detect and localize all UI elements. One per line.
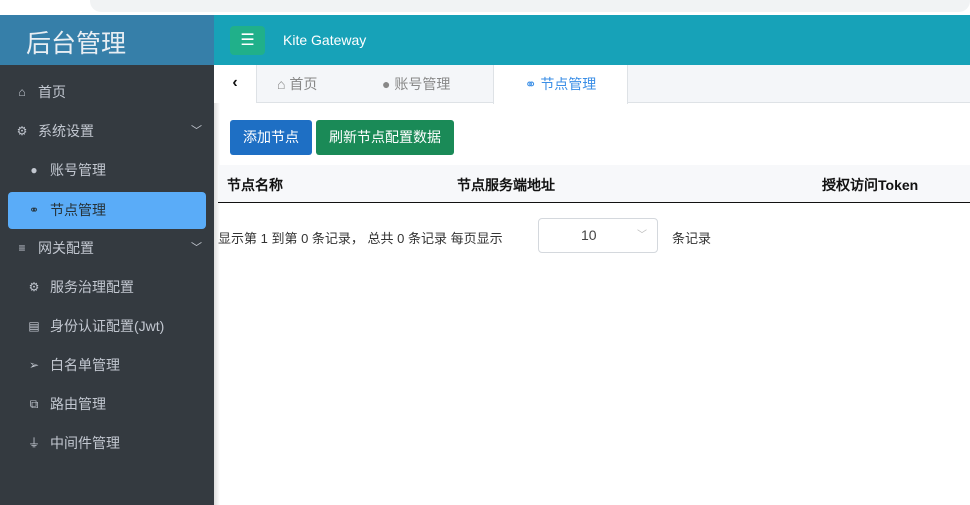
home-icon: ⌂ bbox=[18, 85, 26, 99]
sidebar-item-gateway-config[interactable]: ≡ 网关配置 ﹀ bbox=[8, 230, 206, 267]
home-icon: ⌂ bbox=[277, 76, 290, 92]
tab-home[interactable]: ⌂ 首页 bbox=[277, 65, 317, 103]
sidebar-item-routes[interactable]: ⧉ 路由管理 bbox=[8, 386, 206, 423]
chevron-down-icon: ﹀ bbox=[191, 125, 202, 137]
pagination-suffix: 条记录 bbox=[672, 231, 712, 246]
sidebar: ⌂ 首页 ⚙ 系统设置 ﹀ ● 账号管理 ⚭ 节点管理 ≡ 网关配置 ﹀ ⚙ 服务治理配置 ▤ 身… bbox=[0, 65, 214, 505]
column-server-address[interactable]: 节点服务端地址 bbox=[457, 175, 555, 195]
refresh-config-button[interactable]: 刷新节点配置数据 bbox=[316, 120, 454, 155]
user-icon: ● bbox=[30, 163, 38, 177]
tab-bar: ‹ ⌂ 首页 ● 账号管理 ⚭ 节点管理 bbox=[214, 65, 970, 104]
brand-title: Kite Gateway bbox=[283, 32, 367, 48]
chevron-left-icon: ‹ bbox=[232, 74, 238, 91]
chevron-down-icon: ﹀ bbox=[191, 242, 202, 254]
tab-nodes[interactable]: ⚭ 节点管理 bbox=[493, 65, 628, 104]
sidebar-item-middleware[interactable]: ⏚ 中间件管理 bbox=[8, 425, 206, 462]
table-header: 节点名称 节点服务端地址 授权访问Token bbox=[218, 165, 970, 203]
database-icon: ≡ bbox=[18, 241, 26, 255]
gear-icon: ⚙ bbox=[16, 124, 28, 138]
id-card-icon: ▤ bbox=[28, 319, 40, 333]
chevron-down-icon: ﹀ bbox=[637, 230, 647, 241]
page-size-select[interactable]: 10 ﹀ bbox=[538, 218, 658, 253]
hamburger-icon: ☰ bbox=[240, 32, 255, 49]
pagination-info: 显示第 1 到第 0 条记录， 总共 0 条记录 每页显示 bbox=[218, 231, 503, 246]
paper-plane-icon: ➢ bbox=[28, 358, 40, 372]
link-icon: ⚭ bbox=[524, 76, 541, 92]
sidebar-item-system-settings[interactable]: ⚙ 系统设置 ﹀ bbox=[8, 113, 206, 150]
cogs-icon: ⚙ bbox=[28, 280, 40, 294]
tab-scroll-left-button[interactable]: ‹ bbox=[214, 65, 257, 103]
sidebar-item-nodes[interactable]: ⚭ 节点管理 bbox=[8, 192, 206, 229]
column-node-name[interactable]: 节点名称 bbox=[227, 175, 283, 195]
external-link-icon: ⧉ bbox=[29, 397, 39, 411]
sidebar-item-whitelist[interactable]: ➢ 白名单管理 bbox=[8, 347, 206, 384]
browser-bar bbox=[0, 0, 970, 15]
sidebar-item-home[interactable]: ⌂ 首页 bbox=[8, 74, 206, 111]
link-icon: ⚭ bbox=[28, 203, 40, 217]
address-bar[interactable] bbox=[90, 0, 970, 12]
content-shadow bbox=[214, 103, 220, 505]
sidebar-item-jwt[interactable]: ▤ 身份认证配置(Jwt) bbox=[8, 308, 206, 345]
menu-toggle-button[interactable]: ☰ bbox=[230, 26, 265, 55]
user-icon: ● bbox=[382, 76, 395, 92]
app-logo: 后台管理 bbox=[0, 15, 214, 65]
sidebar-item-service-governance[interactable]: ⚙ 服务治理配置 bbox=[8, 269, 206, 306]
plug-icon: ⏚ bbox=[27, 436, 40, 450]
sidebar-item-accounts[interactable]: ● 账号管理 bbox=[8, 152, 206, 189]
column-token[interactable]: 授权访问Token bbox=[822, 175, 918, 195]
tab-accounts[interactable]: ● 账号管理 bbox=[382, 65, 450, 103]
top-header: ☰ Kite Gateway bbox=[214, 15, 970, 65]
add-node-button[interactable]: 添加节点 bbox=[230, 120, 312, 155]
